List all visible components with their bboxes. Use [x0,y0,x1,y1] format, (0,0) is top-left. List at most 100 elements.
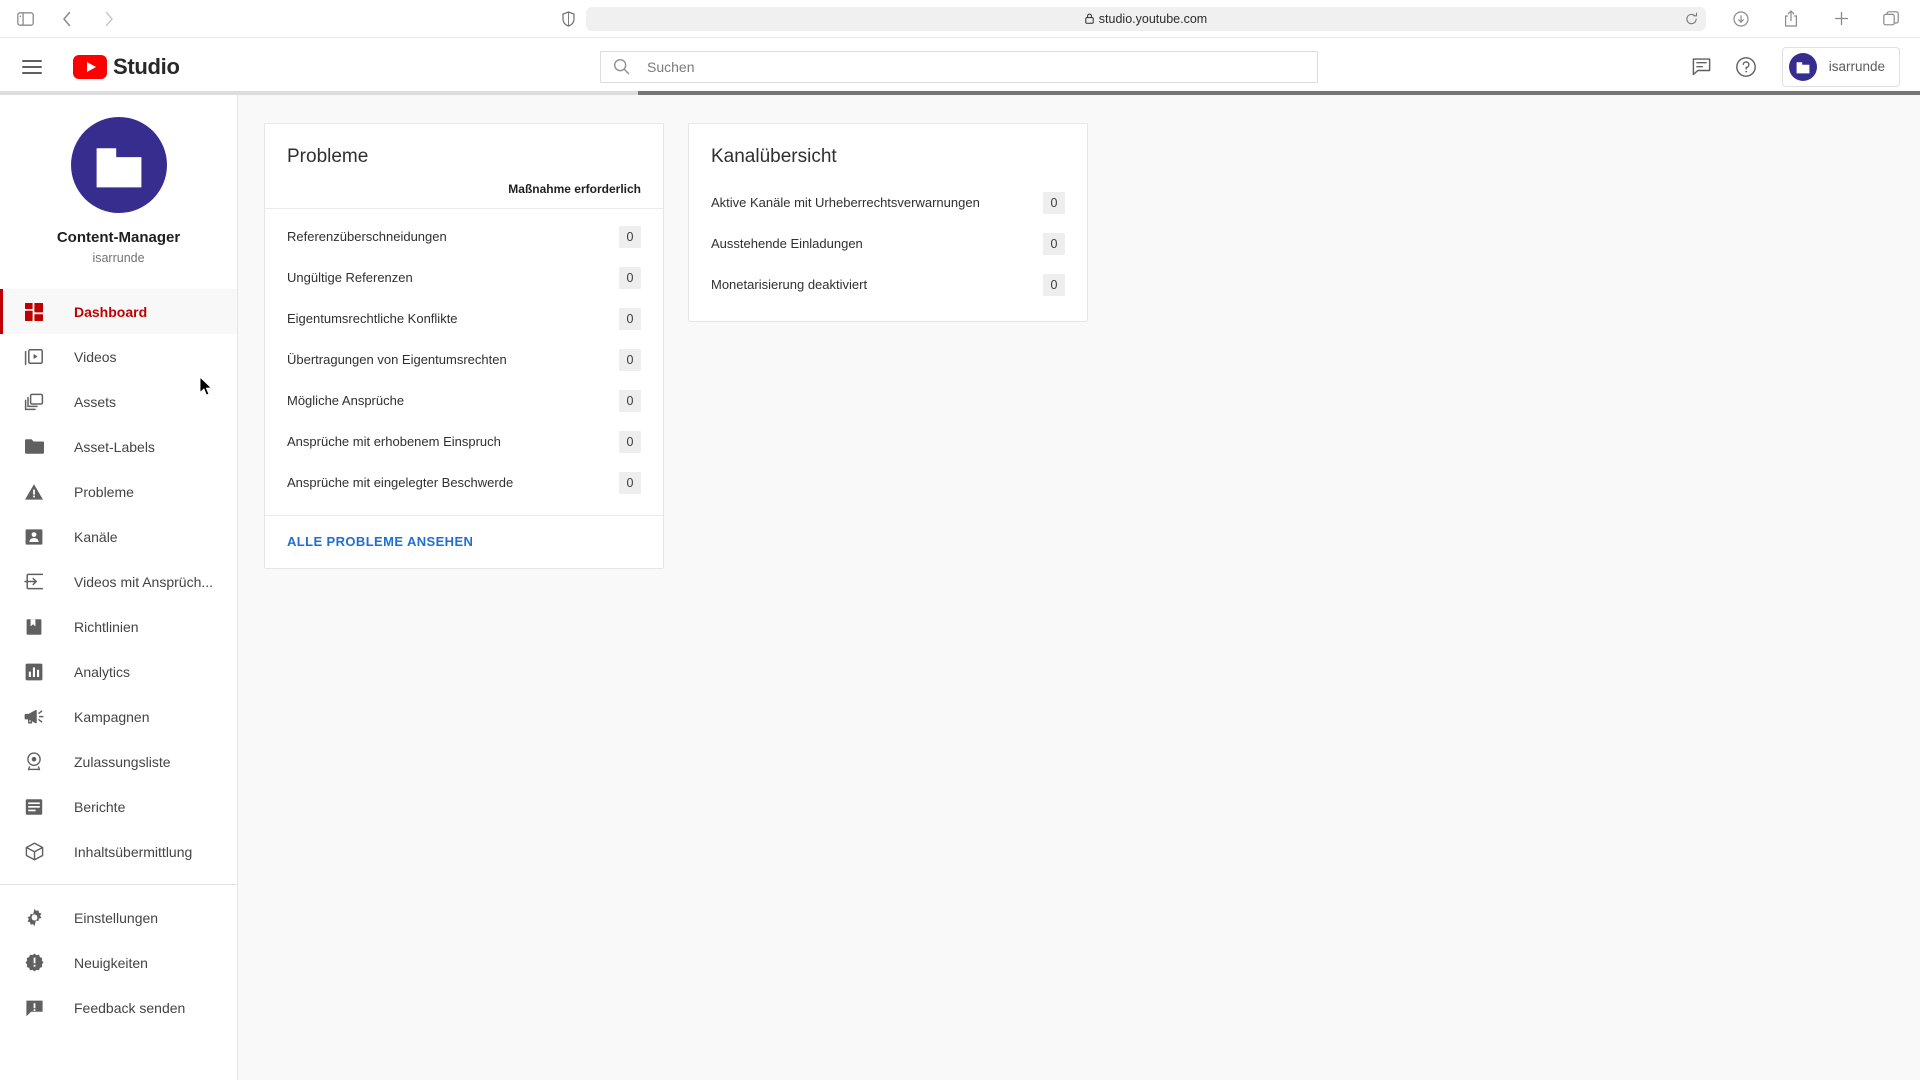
view-all-problems-link[interactable]: ALLE PROBLEME ANSEHEN [287,534,473,549]
list-item[interactable]: Monetarisierung deaktiviert 0 [689,264,1087,305]
row-label: Übertragungen von Eigentumsrechten [287,352,507,367]
browser-nav-controls [0,8,560,30]
studio-wordmark: Studio [113,53,180,79]
status-badge: 0 [1043,273,1065,296]
privacy-shield-icon[interactable] [560,10,576,27]
list-item[interactable]: Eigentumsrechtliche Konflikte 0 [265,298,663,339]
sidebar-item-asset-labels[interactable]: Asset-Labels [0,424,237,469]
sidebar-divider [0,884,237,885]
row-label: Ansprüche mit eingelegter Beschwerde [287,475,514,490]
sidebar-item-label: Videos [74,348,117,365]
sidebar-item-probleme[interactable]: Probleme [0,469,237,514]
sidebar-item-assets[interactable]: Assets [0,379,237,424]
sidebar-item-analytics[interactable]: Analytics [0,649,237,694]
list-item[interactable]: Mögliche Ansprüche 0 [265,380,663,421]
search-input[interactable] [647,58,1317,75]
youtube-studio-logo[interactable]: Studio [73,54,180,80]
problems-list: Referenzüberschneidungen 0 Ungültige Ref… [265,209,663,515]
row-label: Monetarisierung deaktiviert [711,277,868,292]
dashboard-icon [22,300,46,324]
channel-overview-list: Aktive Kanäle mit Urheberrechtsverwarnun… [689,168,1087,321]
sidebar-item-label: Richtlinien [74,618,139,635]
avatar [1788,52,1817,81]
sidebar-item-label: Probleme [74,483,134,500]
sidebar-item-berichte[interactable]: Berichte [0,784,237,829]
sidebar-item-neuigkeiten[interactable]: Neuigkeiten [0,940,237,985]
browser-chrome: studio.youtube.com [0,0,1920,38]
sidebar-item-inhaltsuebermittlung[interactable]: Inhaltsübermittlung [0,829,237,874]
sidebar-item-feedback[interactable]: Feedback senden [0,985,237,1030]
list-item[interactable]: Übertragungen von Eigentumsrechten 0 [265,339,663,380]
sidebar-item-label: Videos mit Ansprüch... [74,573,214,590]
video-icon [22,345,46,369]
sidebar-item-label: Berichte [74,798,126,815]
problems-card-footer: ALLE PROBLEME ANSEHEN [265,515,663,568]
allowlist-icon [22,750,46,774]
list-item[interactable]: Referenzüberschneidungen 0 [265,216,663,257]
tab-overview-icon[interactable] [1880,8,1902,30]
list-item[interactable]: Ausstehende Einladungen 0 [689,223,1087,264]
sidebar-item-label: Kanäle [74,528,118,545]
row-label: Ungültige Referenzen [287,270,413,285]
back-icon[interactable] [56,8,78,30]
sidebar-item-label: Kampagnen [74,708,150,725]
list-item[interactable]: Ansprüche mit eingelegter Beschwerde 0 [265,462,663,503]
sidebar-item-claimed-videos[interactable]: Videos mit Ansprüch... [0,559,237,604]
status-badge: 0 [619,348,641,371]
sidebar-item-zulassungsliste[interactable]: Zulassungsliste [0,739,237,784]
status-badge: 0 [619,430,641,453]
sidebar-toggle-icon[interactable] [14,8,36,30]
send-feedback-icon [22,996,46,1020]
forward-icon [98,8,120,30]
gear-icon [22,906,46,930]
share-icon[interactable] [1780,8,1802,30]
problems-card-header: Probleme [265,124,663,168]
channel-identity-block[interactable]: Content-Manager isarrunde [0,117,237,289]
row-label: Aktive Kanäle mit Urheberrechtsverwarnun… [711,195,980,210]
channel-overview-header: Kanalübersicht [689,124,1087,168]
problems-card: Probleme Maßnahme erforderlich Referenzü… [264,123,664,569]
sidebar-item-dashboard[interactable]: Dashboard [0,289,237,334]
youtube-play-icon [73,54,107,79]
address-bar[interactable]: studio.youtube.com [586,6,1706,31]
hamburger-icon[interactable] [22,55,46,79]
sidebar-item-kanaele[interactable]: Kanäle [0,514,237,559]
status-badge: 0 [1043,232,1065,255]
delivery-icon [22,840,46,864]
search-box[interactable] [600,50,1318,83]
list-item[interactable]: Ansprüche mit erhobenem Einspruch 0 [265,421,663,462]
url-text: studio.youtube.com [1098,11,1208,26]
account-name: isarrunde [1828,59,1885,74]
reports-icon [22,795,46,819]
browser-toolbar-right [1720,8,1920,30]
sidebar-item-kampagnen[interactable]: Kampagnen [0,694,237,739]
new-tab-icon[interactable] [1830,8,1852,30]
page-title: Probleme [287,146,369,167]
page-loading-bar [0,91,1920,95]
sidebar-item-videos[interactable]: Videos [0,334,237,379]
list-item[interactable]: Ungültige Referenzen 0 [265,257,663,298]
sidebar-item-label: Inhaltsübermittlung [74,843,193,860]
status-badge: 0 [619,225,641,248]
channel-avatar-icon [70,117,167,213]
reload-icon[interactable] [1685,12,1698,25]
sidebar-item-label: Einstellungen [74,909,159,926]
person-card-icon [22,525,46,549]
problems-column-header: Maßnahme erforderlich [265,168,663,209]
list-item[interactable]: Aktive Kanäle mit Urheberrechtsverwarnun… [689,182,1087,223]
downloads-icon[interactable] [1730,8,1752,30]
sidebar-item-einstellungen[interactable]: Einstellungen [0,895,237,940]
status-badge: 0 [619,307,641,330]
help-icon[interactable] [1734,55,1758,79]
account-button[interactable]: isarrunde [1781,46,1900,87]
row-label: Ausstehende Einladungen [711,236,863,251]
sidebar-item-label: Asset-Labels [74,438,155,455]
sidebar-item-label: Dashboard [74,303,148,320]
sidebar-item-label: Assets [74,393,117,410]
whats-new-icon [22,951,46,975]
app-body: Content-Manager isarrunde Dashboard Vide… [0,95,1920,1080]
lock-icon [1085,13,1094,24]
sidebar-item-richtlinien[interactable]: Richtlinien [0,604,237,649]
feedback-icon[interactable] [1690,55,1714,79]
row-label: Ansprüche mit erhobenem Einspruch [287,434,501,449]
